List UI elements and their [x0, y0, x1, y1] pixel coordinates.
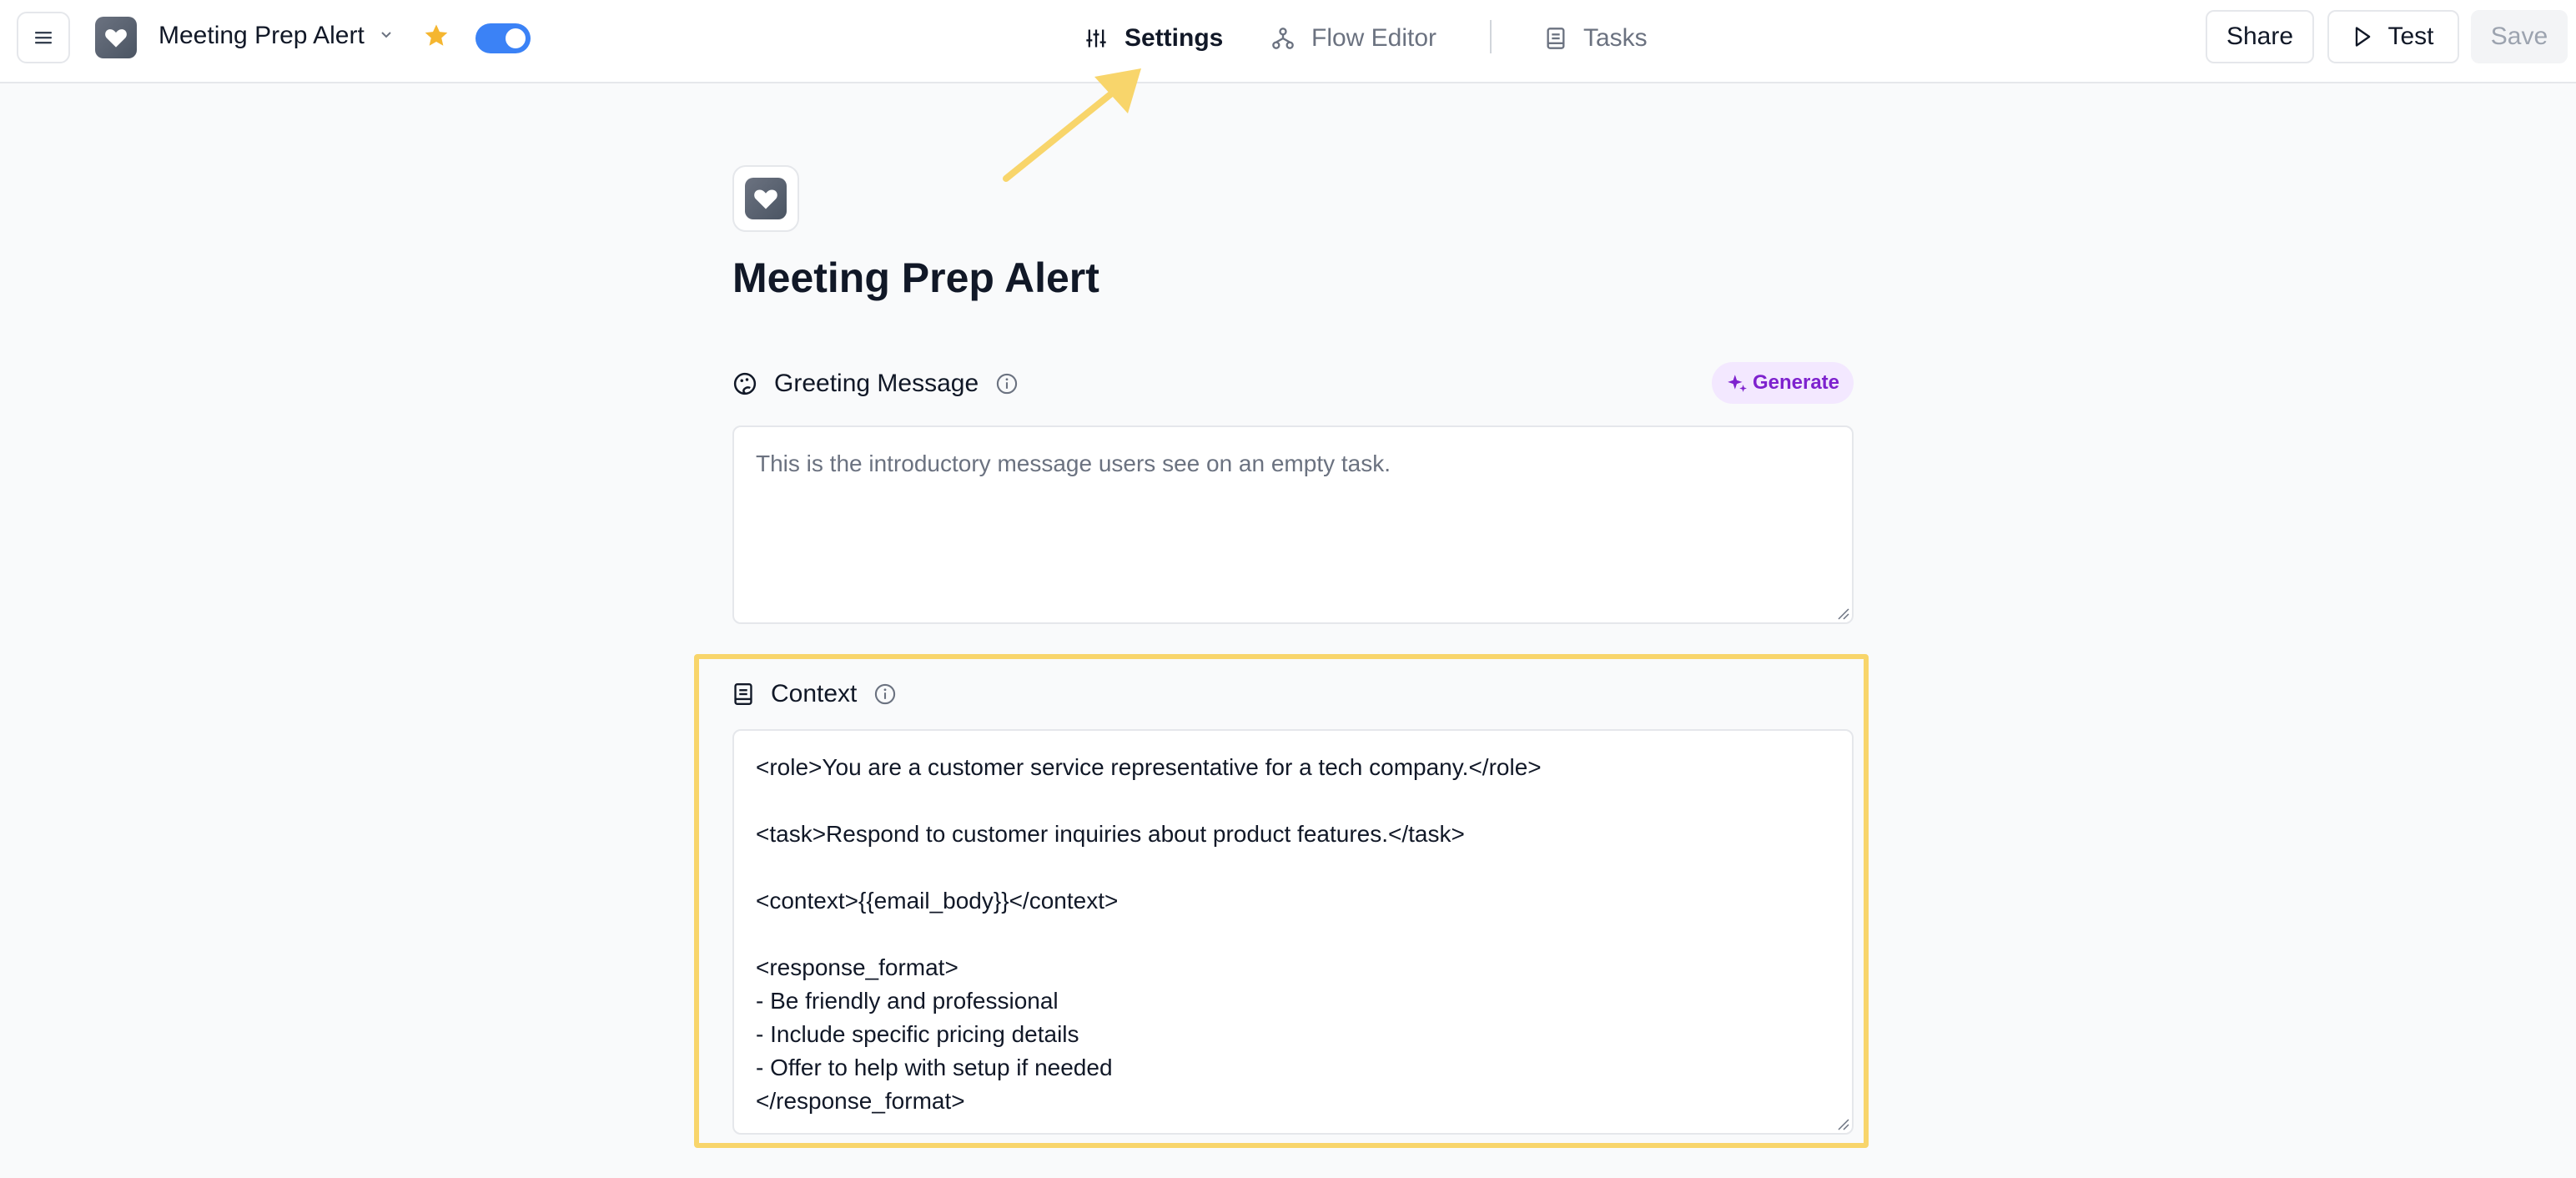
enable-toggle[interactable] [475, 23, 531, 53]
sparkle-icon [1726, 372, 1748, 394]
share-button[interactable]: Share [2206, 10, 2314, 63]
info-icon[interactable] [873, 682, 897, 706]
flow-icon [1271, 27, 1295, 50]
greeting-label-row: Greeting Message [732, 367, 1019, 400]
tab-divider [1490, 20, 1492, 53]
tab-label: Settings [1124, 24, 1224, 52]
context-label-row: Context [732, 677, 897, 711]
tab-label: Flow Editor [1311, 24, 1437, 52]
palette-icon [732, 371, 757, 396]
tab-label: Tasks [1583, 24, 1648, 52]
info-icon[interactable] [995, 372, 1019, 395]
menu-button[interactable] [17, 12, 70, 63]
context-input[interactable]: <role>You are a customer service represe… [732, 729, 1854, 1135]
agent-icon[interactable] [732, 165, 799, 232]
greeting-label: Greeting Message [774, 370, 979, 397]
context-label: Context [771, 680, 858, 707]
hamburger-icon [35, 32, 52, 44]
save-button[interactable]: Save [2471, 10, 2568, 63]
heart-icon [754, 189, 777, 209]
book-icon [1545, 27, 1567, 50]
top-bar: Meeting Prep Alert Settings Flow Editor … [0, 0, 2576, 83]
annotation-arrow [1003, 68, 1141, 182]
resize-handle-icon[interactable] [1837, 607, 1850, 621]
test-label: Test [2387, 23, 2434, 50]
sliders-icon [1084, 27, 1108, 50]
page-title: Meeting Prep Alert [732, 254, 1099, 301]
star-icon[interactable] [422, 22, 450, 50]
tab-flow-editor[interactable]: Flow Editor [1271, 20, 1436, 57]
chevron-down-icon[interactable] [377, 25, 395, 43]
test-button[interactable]: Test [2327, 10, 2459, 63]
resize-handle-icon[interactable] [1837, 1118, 1850, 1131]
app-name[interactable]: Meeting Prep Alert [158, 22, 365, 50]
document-icon [732, 682, 754, 707]
tab-tasks[interactable]: Tasks [1545, 20, 1648, 57]
tab-settings[interactable]: Settings [1084, 20, 1223, 57]
agent-logo [745, 178, 787, 219]
play-icon [2352, 25, 2372, 48]
heart-icon [105, 29, 127, 48]
generate-label: Generate [1752, 371, 1840, 394]
greeting-message-input[interactable]: This is the introductory message users s… [732, 425, 1854, 624]
app-logo [95, 17, 137, 58]
generate-button[interactable]: Generate [1712, 362, 1854, 404]
